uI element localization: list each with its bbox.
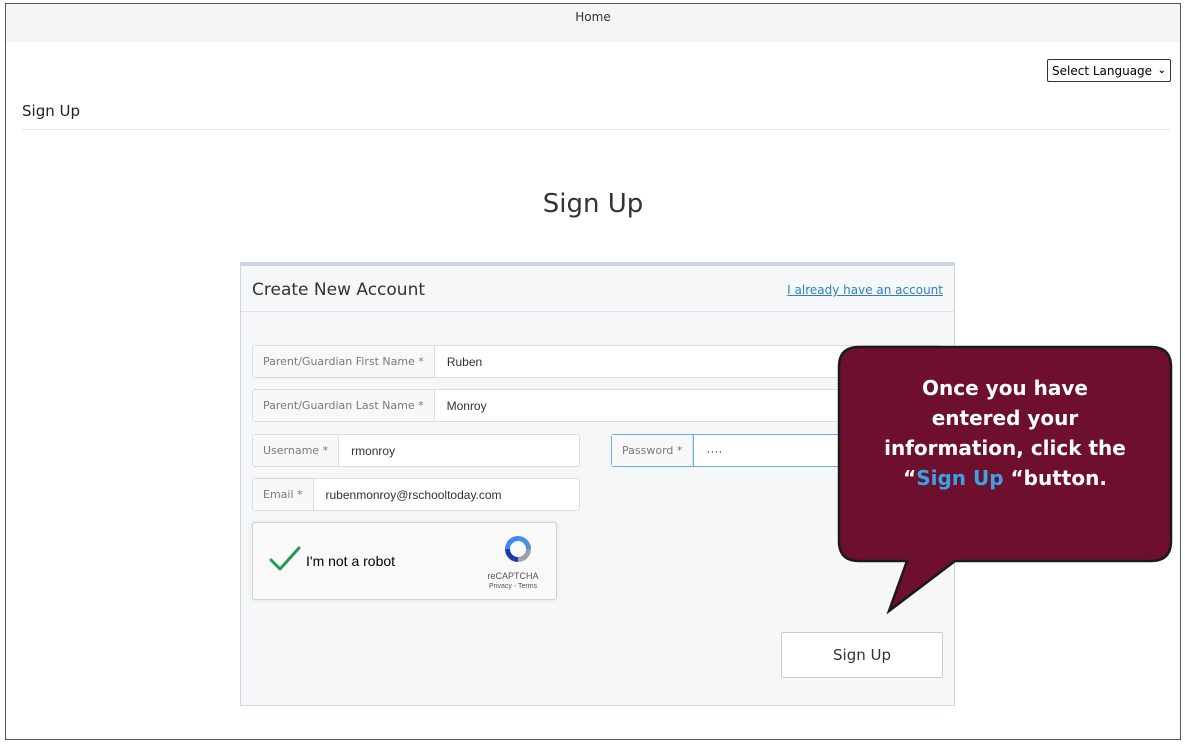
instruction-callout: Once you have entered your information, … xyxy=(837,345,1173,615)
first-name-label: Parent/Guardian First Name * xyxy=(253,346,435,377)
checkmark-icon[interactable] xyxy=(269,545,301,573)
callout-line-4-rest: “button. xyxy=(1003,466,1107,490)
callout-text: Once you have entered your information, … xyxy=(855,373,1155,493)
password-label: Password * xyxy=(612,435,694,466)
callout-line-1: Once you have xyxy=(922,376,1088,400)
recaptcha-terms-link[interactable]: Privacy - Terms xyxy=(482,583,544,590)
username-input[interactable]: rmonroy xyxy=(339,435,579,466)
recaptcha-logo-icon xyxy=(505,536,531,562)
chevron-down-icon: ⌄ xyxy=(1157,65,1166,76)
username-field[interactable]: Username * rmonroy xyxy=(252,434,580,467)
recaptcha-widget[interactable]: I'm not a robot reCAPTCHA Privacy - Term… xyxy=(252,522,557,600)
callout-line-2: entered your xyxy=(931,406,1079,430)
last-name-label: Parent/Guardian Last Name * xyxy=(253,390,435,421)
callout-line-3: information, click the xyxy=(884,436,1126,460)
language-select[interactable]: Select Language ⌄ xyxy=(1047,59,1171,82)
breadcrumb-divider xyxy=(22,129,1170,130)
username-label: Username * xyxy=(253,435,340,466)
callout-line-4: “Sign Up “button. xyxy=(855,463,1155,493)
sign-up-button[interactable]: Sign Up xyxy=(781,632,943,678)
page-title: Sign Up xyxy=(542,189,644,219)
email-label: Email * xyxy=(253,479,314,510)
recaptcha-brand: reCAPTCHA xyxy=(487,571,539,581)
email-input[interactable]: rubenmonroy@rschooltoday.com xyxy=(314,479,579,510)
top-nav: Home xyxy=(6,4,1180,42)
existing-account-link[interactable]: I already have an account xyxy=(787,283,943,297)
panel-title: Create New Account xyxy=(252,280,426,300)
callout-quote-open: “ xyxy=(903,466,917,490)
language-select-value: Select Language xyxy=(1052,63,1153,78)
panel-header: Create New Account I already have an acc… xyxy=(241,266,954,312)
recaptcha-label: I'm not a robot xyxy=(306,553,396,569)
callout-highlight: Sign Up xyxy=(916,466,1004,490)
breadcrumb: Sign Up xyxy=(22,102,80,120)
email-field[interactable]: Email * rubenmonroy@rschooltoday.com xyxy=(252,478,580,511)
browser-frame: Home Select Language ⌄ Sign Up Sign Up C… xyxy=(5,3,1181,740)
home-link[interactable]: Home xyxy=(575,10,610,24)
